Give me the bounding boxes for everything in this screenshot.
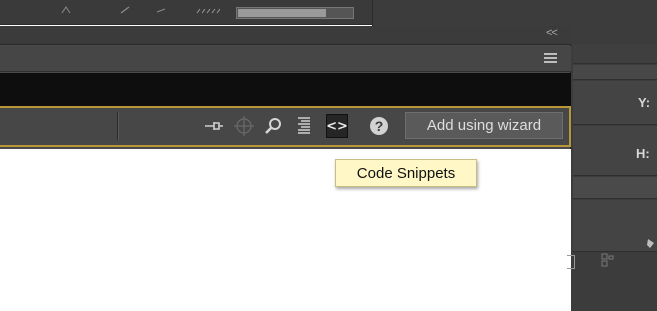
panel-tab-bar [0, 46, 571, 72]
inspector-section-row [573, 65, 657, 80]
add-using-wizard-button[interactable]: Add using wizard [405, 112, 563, 139]
pen-icon[interactable] [120, 6, 130, 14]
toolbar-divider [117, 112, 118, 140]
inspector-fill-row [573, 200, 657, 252]
code-snippets-button[interactable]: <> [326, 114, 348, 138]
inspector-subheader-row [573, 177, 657, 199]
line-icon[interactable] [156, 6, 166, 14]
align-icon[interactable] [601, 253, 617, 269]
collapse-panel-icon[interactable]: << [546, 27, 558, 39]
h-label: H: [636, 146, 650, 161]
paint-bucket-icon[interactable] [646, 237, 656, 249]
panel-title-bar[interactable] [0, 26, 571, 45]
pin-icon[interactable] [203, 114, 225, 138]
help-icon: ? [370, 117, 388, 135]
code-navigator-strip[interactable] [0, 73, 571, 106]
stroke-style-icon[interactable] [196, 8, 220, 14]
search-icon[interactable] [262, 114, 284, 138]
opacity-slider-fill [238, 9, 326, 17]
y-label: Y: [638, 95, 651, 110]
code-snippets-tooltip: Code Snippets [335, 159, 477, 187]
inspector-header-row [573, 44, 657, 64]
code-snippets-icon: <> [326, 118, 348, 134]
code-editor[interactable] [0, 149, 571, 311]
help-button[interactable]: ? [368, 114, 390, 138]
bracket-icon [567, 255, 575, 269]
fill-icon[interactable] [61, 6, 71, 14]
panel-menu-icon[interactable] [544, 53, 557, 64]
format-code-icon[interactable] [293, 114, 315, 138]
target-icon[interactable] [233, 114, 255, 138]
